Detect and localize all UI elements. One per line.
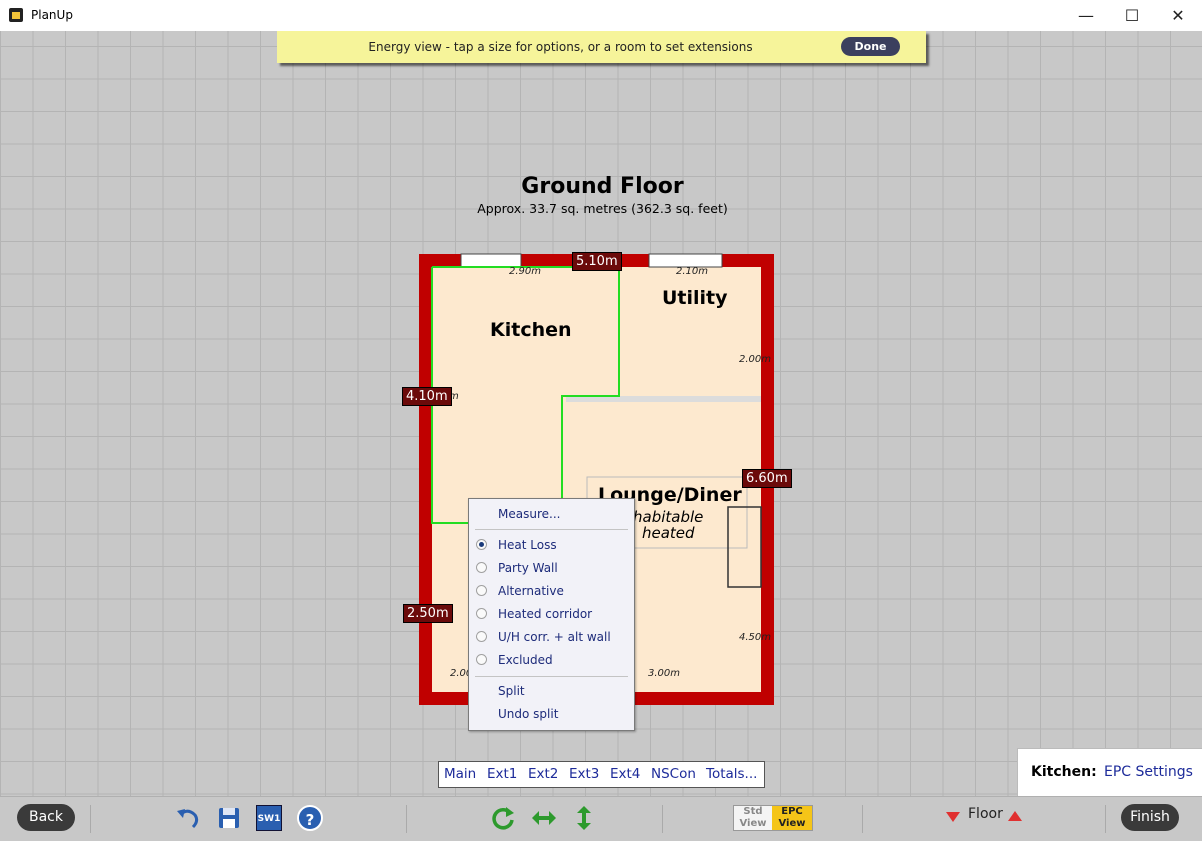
menu-uh-corr[interactable]: U/H corr. + alt wall <box>498 630 611 644</box>
view-toggle[interactable]: Std View EPC View <box>733 805 813 831</box>
tab-ext4[interactable]: Ext4 <box>610 766 640 782</box>
back-button[interactable]: Back <box>17 804 75 831</box>
menu-separator <box>475 529 628 530</box>
std-view-line2: View <box>739 818 767 829</box>
floor-selector-label: Floor <box>968 806 1003 822</box>
radio-alternative[interactable] <box>476 585 487 596</box>
toolbar-separator <box>406 805 407 833</box>
menu-split[interactable]: Split <box>498 684 525 698</box>
save-icon[interactable] <box>216 805 242 831</box>
flip-horizontal-icon[interactable] <box>531 805 557 831</box>
std-view-line1: Std <box>743 806 763 817</box>
tab-ext3[interactable]: Ext3 <box>569 766 599 782</box>
room-label-kitchen[interactable]: Kitchen <box>490 319 572 341</box>
bottom-toolbar: Back SW1 ? Finish <box>0 796 1202 841</box>
wall-size-left-upper[interactable]: 4.10m <box>402 387 452 406</box>
toolbar-separator <box>1105 805 1106 833</box>
toolbar-separator <box>90 805 91 833</box>
sw1-button[interactable]: SW1 <box>256 805 282 831</box>
wall-size-right[interactable]: 6.60m <box>742 469 792 488</box>
wall-size-left-lower[interactable]: 2.50m <box>403 604 453 623</box>
menu-undo-split[interactable]: Undo split <box>498 707 558 721</box>
tab-totals[interactable]: Totals... <box>706 766 757 782</box>
radio-heated-corridor[interactable] <box>476 608 487 619</box>
epc-view-line2: View <box>778 818 806 829</box>
wall-size-top[interactable]: 5.10m <box>572 252 622 271</box>
floor-up-icon[interactable] <box>1007 810 1023 822</box>
rotate-icon[interactable] <box>490 805 516 831</box>
undo-icon[interactable] <box>175 805 201 831</box>
tab-nscon[interactable]: NSCon <box>651 766 696 782</box>
menu-heat-loss[interactable]: Heat Loss <box>498 538 557 552</box>
dim-utility-height: 2.00m <box>739 354 772 365</box>
selected-room-label: Kitchen: <box>1031 764 1097 780</box>
menu-measure[interactable]: Measure... <box>498 507 560 521</box>
radio-excluded[interactable] <box>476 654 487 665</box>
help-button[interactable]: ? <box>297 805 323 831</box>
toolbar-separator <box>862 805 863 833</box>
flip-vertical-icon[interactable] <box>571 805 597 831</box>
floor-down-icon[interactable] <box>945 811 961 823</box>
room-sublabel-heated: heated <box>642 524 695 542</box>
menu-alternative[interactable]: Alternative <box>498 584 564 598</box>
dim-lounge-height: 4.50m <box>739 632 772 643</box>
wall-options-popup: Measure... Heat Loss Party Wall Alternat… <box>468 498 635 731</box>
toolbar-separator <box>662 805 663 833</box>
extension-tabs: Main Ext1 Ext2 Ext3 Ext4 NSCon Totals... <box>438 761 765 788</box>
dim-utility-width: 2.10m <box>676 266 709 277</box>
menu-separator <box>475 676 628 677</box>
epc-view-line1: EPC <box>781 806 803 817</box>
epc-settings-link[interactable]: EPC Settings <box>1104 764 1193 780</box>
std-view-option[interactable]: Std View <box>734 806 772 830</box>
radio-heat-loss[interactable] <box>476 539 487 550</box>
tab-ext1[interactable]: Ext1 <box>487 766 517 782</box>
tab-ext2[interactable]: Ext2 <box>528 766 558 782</box>
menu-excluded[interactable]: Excluded <box>498 653 553 667</box>
room-settings-panel: Kitchen: EPC Settings <box>1017 748 1202 797</box>
tab-main[interactable]: Main <box>444 766 476 782</box>
finish-button[interactable]: Finish <box>1121 804 1179 831</box>
menu-heated-corridor[interactable]: Heated corridor <box>498 607 592 621</box>
radio-uh-corr[interactable] <box>476 631 487 642</box>
room-label-utility[interactable]: Utility <box>662 287 728 309</box>
epc-view-option[interactable]: EPC View <box>772 806 812 830</box>
radio-party-wall[interactable] <box>476 562 487 573</box>
dim-kitchen-width: 2.90m <box>509 266 542 277</box>
menu-party-wall[interactable]: Party Wall <box>498 561 558 575</box>
dim-bottom-right: 3.00m <box>648 668 681 679</box>
